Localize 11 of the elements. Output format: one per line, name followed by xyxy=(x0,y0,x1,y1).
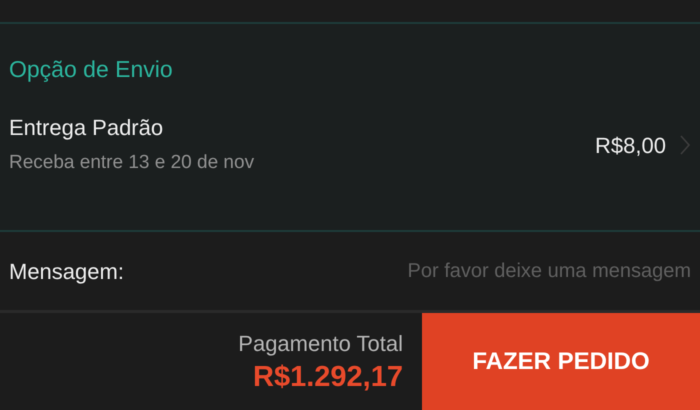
message-label: Mensagem: xyxy=(9,258,124,286)
total-label: Pagamento Total xyxy=(238,330,403,358)
shipping-name: Entrega Padrão xyxy=(9,115,164,141)
total-amount: R$1.292,17 xyxy=(253,360,403,394)
shipping-price: R$8,00 xyxy=(595,132,666,160)
chevron-right-icon xyxy=(680,135,690,155)
delivery-estimate: Receba entre 13 e 20 de nov xyxy=(9,151,254,175)
place-order-button[interactable]: FAZER PEDIDO xyxy=(422,313,700,410)
shipping-option[interactable]: Entrega Padrão Receba entre 13 e 20 de nov R$8,00 xyxy=(0,115,700,175)
section-heading: Opção de Envio xyxy=(8,55,173,83)
message-field[interactable]: Por favor deixe uma mensagem xyxy=(140,256,691,286)
